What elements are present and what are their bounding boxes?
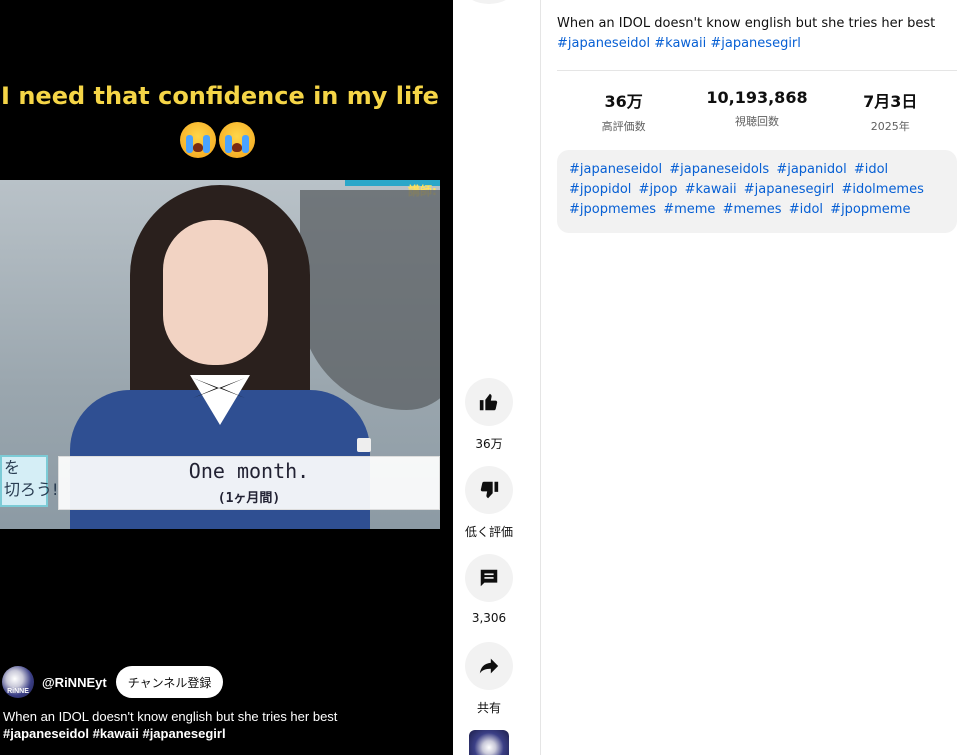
stat-value: 10,193,868: [706, 88, 808, 107]
stat-likes: 36万 高評価数: [557, 88, 690, 134]
like-button[interactable]: [465, 378, 513, 426]
video-frame: 講師: を 切ろう! One month. (1ヶ月間): [0, 180, 440, 529]
crying-emoji-icon: [180, 122, 216, 158]
name-badge: [357, 438, 371, 452]
stat-date: 7月3日 2025年: [824, 88, 957, 134]
like-count: 36万: [475, 437, 503, 451]
comment-button[interactable]: [465, 554, 513, 602]
tag-link[interactable]: #jpop: [639, 182, 678, 197]
tag-link[interactable]: #japaneseidol: [569, 162, 662, 177]
like-action: 36万: [457, 378, 521, 452]
shorts-player[interactable]: I need that confidence in my life 講師: を …: [0, 0, 453, 755]
comment-action: 3,306: [457, 554, 521, 625]
video-title: When an IDOL doesn't know english but sh…: [3, 709, 338, 724]
side-sign: を 切ろう!: [0, 455, 58, 507]
dislike-action: 低く評価: [457, 466, 521, 540]
video-hashtags[interactable]: #japaneseidol #kawaii #japanesegirl: [3, 726, 226, 741]
stat-label: 2025年: [870, 120, 910, 133]
tag-link[interactable]: #jpopmemes: [569, 202, 656, 217]
description-title: When an IDOL doesn't know english but sh…: [557, 16, 936, 31]
channel-avatar[interactable]: RiNNE: [2, 666, 34, 698]
subscribe-button[interactable]: チャンネル登録: [115, 666, 224, 698]
action-bar: 36万 低く評価 3,306 共有: [457, 0, 521, 755]
emoji-row: [180, 122, 255, 160]
stat-value: 7月3日: [863, 92, 918, 111]
share-action: 共有: [457, 642, 521, 716]
crying-emoji-icon: [219, 122, 255, 158]
subtitle-box: One month. (1ヶ月間): [58, 456, 440, 510]
sound-thumbnail[interactable]: [469, 730, 509, 755]
background-wing: [300, 190, 440, 410]
tag-link[interactable]: #jpopidol: [569, 182, 631, 197]
dislike-button[interactable]: [465, 466, 513, 514]
person-face: [163, 220, 268, 365]
tag-link[interactable]: #idol: [854, 162, 888, 177]
subtitle-jp: (1ヶ月間): [217, 491, 281, 506]
tag-link[interactable]: #japanesegirl: [744, 182, 835, 197]
tag-link[interactable]: #japaneseidols: [669, 162, 769, 177]
stats-row: 36万 高評価数 10,193,868 視聴回数 7月3日 2025年: [557, 88, 957, 134]
subtitle-en: One month.: [188, 459, 310, 483]
video-caption: I need that confidence in my life: [1, 82, 439, 110]
dislike-label: 低く評価: [464, 525, 513, 539]
tag-link[interactable]: #jpopmeme: [830, 202, 910, 217]
channel-name[interactable]: @RiNNEyt: [42, 675, 107, 690]
tags-box: #japaneseidol #japaneseidols #japanidol …: [557, 150, 957, 233]
like-icon: [479, 393, 498, 411]
description-divider: [557, 70, 957, 71]
tag-link[interactable]: #idol: [789, 202, 823, 217]
description-hashtags[interactable]: #japaneseidol #kawaii #japanesegirl: [557, 34, 957, 54]
stat-label: 高評価数: [601, 120, 646, 133]
panel-divider: [540, 0, 541, 755]
share-button[interactable]: [465, 642, 513, 690]
description-header: When an IDOL doesn't know english but sh…: [557, 14, 957, 54]
share-label: 共有: [476, 701, 501, 715]
share-icon: [479, 658, 499, 674]
comment-icon: [480, 569, 498, 587]
stat-label: 視聴回数: [734, 115, 779, 128]
tag-link[interactable]: #kawaii: [685, 182, 737, 197]
stat-value: 36万: [604, 92, 643, 111]
stat-views: 10,193,868 視聴回数: [690, 88, 823, 134]
tag-link[interactable]: #japanidol: [776, 162, 846, 177]
tag-link[interactable]: #idolmemes: [841, 182, 923, 197]
comment-count: 3,306: [471, 611, 507, 625]
top-action-partial[interactable]: [465, 0, 513, 4]
channel-row: RiNNE @RiNNEyt チャンネル登録: [2, 665, 224, 699]
tag-link[interactable]: #memes: [723, 202, 782, 217]
dislike-icon: [480, 481, 499, 499]
tag-link[interactable]: #meme: [663, 202, 715, 217]
